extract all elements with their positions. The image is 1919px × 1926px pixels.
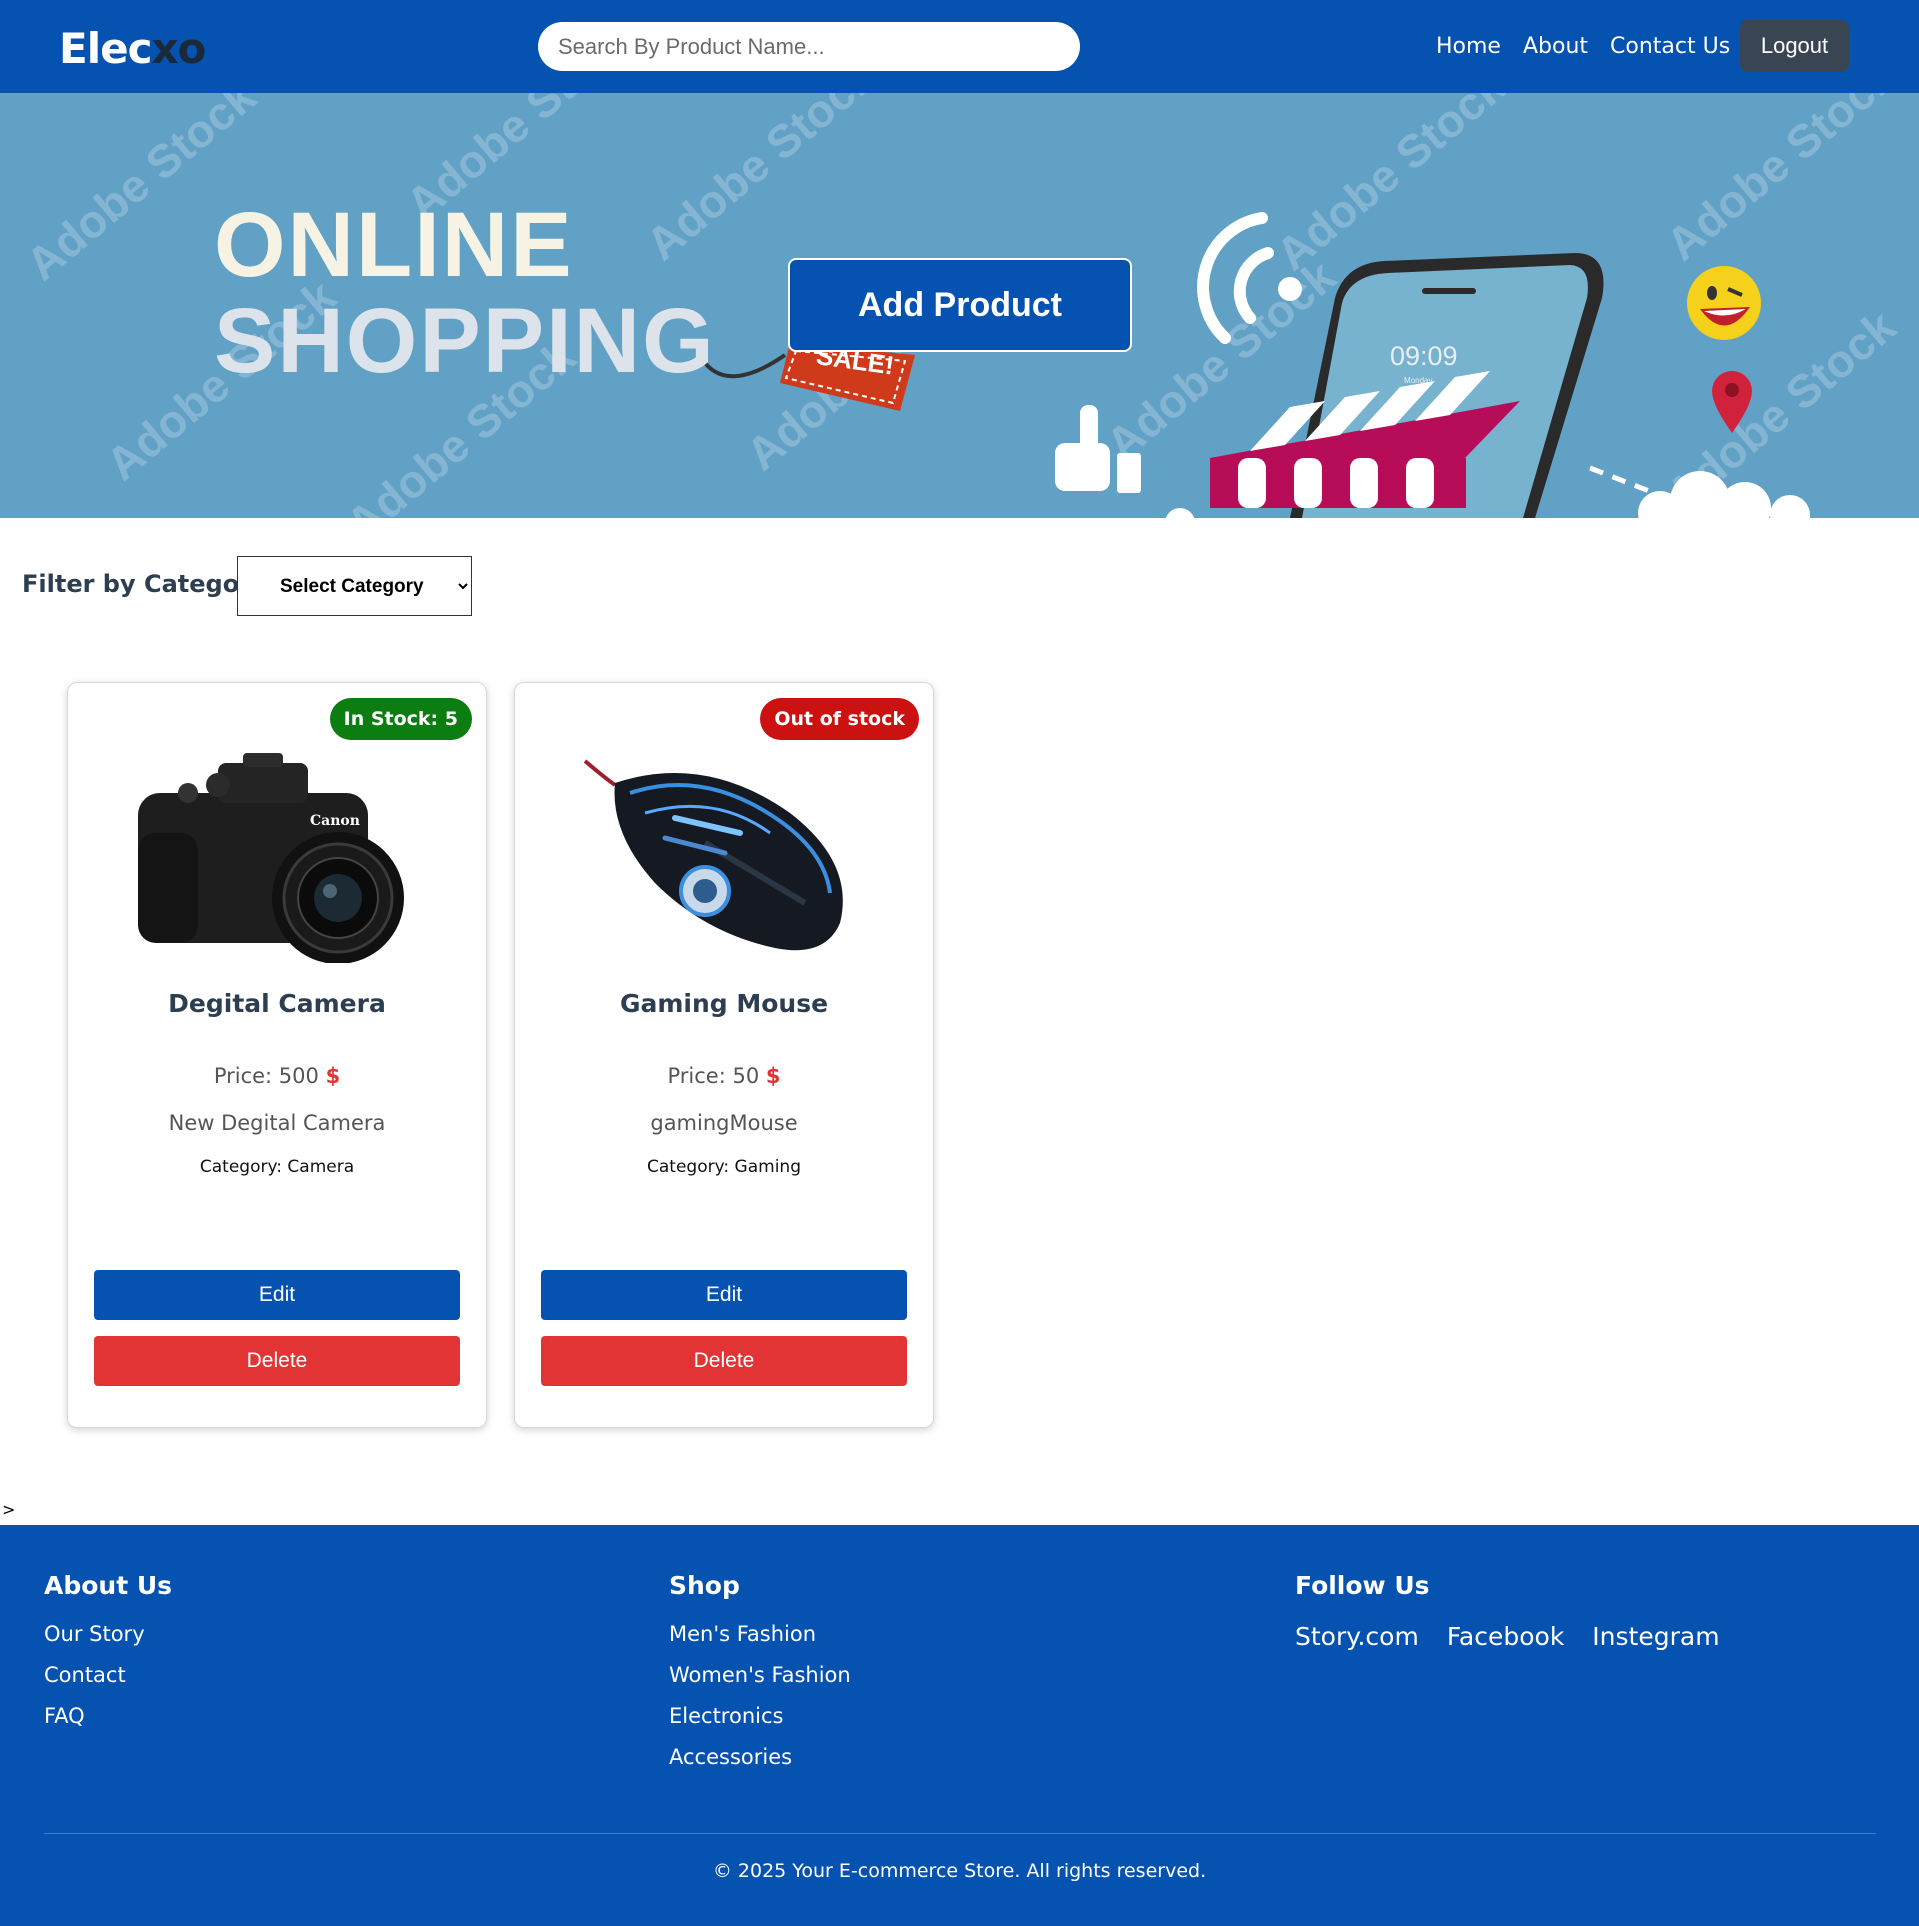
- footer-link-contact[interactable]: Contact: [44, 1663, 172, 1704]
- camera-icon: Canon: [138, 753, 404, 964]
- social-link-facebook[interactable]: Facebook: [1447, 1622, 1564, 1651]
- footer-divider: [44, 1833, 1876, 1834]
- wifi-icon: [1197, 212, 1302, 344]
- stray-text: >: [2, 1500, 16, 1519]
- footer-link-faq[interactable]: FAQ: [44, 1704, 172, 1745]
- delete-button[interactable]: Delete: [94, 1336, 460, 1386]
- footer-shop-column: Shop Men's Fashion Women's Fashion Elect…: [669, 1571, 851, 1786]
- nav-link-contact-us[interactable]: Contact Us: [1610, 34, 1730, 59]
- product-card: Out of stock Gaming Mouse Price: 50 $ ga…: [514, 682, 934, 1428]
- product-price: Price: 50 $: [515, 1064, 933, 1088]
- product-title: Gaming Mouse: [619, 989, 829, 1018]
- camera-brand-text: Canon: [310, 813, 360, 829]
- footer-about-title: About Us: [44, 1571, 173, 1600]
- footer-link-our-story[interactable]: Our Story: [44, 1622, 172, 1663]
- category-filter-select[interactable]: Select Category: [237, 556, 472, 616]
- product-category: Category: Gaming: [647, 1157, 801, 1177]
- product-category: Category: Camera: [199, 1157, 355, 1177]
- location-pin-icon: [1712, 371, 1752, 433]
- banner-headline: ONLINE SHOPPING: [214, 197, 716, 389]
- product-title: Degital Camera: [168, 989, 386, 1018]
- footer-link-womens-fashion[interactable]: Women's Fashion: [669, 1663, 851, 1704]
- social-link-story[interactable]: Story.com: [1295, 1622, 1419, 1651]
- phone-clock-text: 09:09: [1390, 341, 1458, 371]
- banner-headline-line2: SHOPPING: [214, 290, 716, 392]
- add-product-button[interactable]: Add Product: [788, 258, 1132, 352]
- gaming-mouse-icon: [583, 759, 843, 951]
- edit-button[interactable]: Edit: [94, 1270, 460, 1320]
- footer-link-electronics[interactable]: Electronics: [669, 1704, 851, 1745]
- footer-shop-title: Shop: [669, 1571, 740, 1600]
- smiley-emoji-icon: [1687, 266, 1761, 340]
- product-description: gamingMouse: [650, 1111, 798, 1135]
- nav-link-about[interactable]: About: [1523, 34, 1588, 59]
- nav-link-home[interactable]: Home: [1436, 34, 1501, 59]
- thumbs-up-icon: [1055, 405, 1141, 493]
- navbar: Elecxo Home About Contact Us Logout: [0, 0, 1919, 93]
- footer-link-mens-fashion[interactable]: Men's Fashion: [669, 1622, 851, 1663]
- footer-link-accessories[interactable]: Accessories: [669, 1745, 851, 1786]
- edit-button[interactable]: Edit: [541, 1270, 907, 1320]
- social-link-instagram[interactable]: Instegram: [1592, 1622, 1719, 1651]
- logout-button[interactable]: Logout: [1740, 20, 1849, 72]
- product-price-value: Price: 50: [667, 1064, 760, 1088]
- footer-about-column: About Us Our Story Contact FAQ: [44, 1571, 172, 1745]
- product-image-camera: Canon: [108, 723, 448, 964]
- product-price: Price: 500 $: [68, 1064, 486, 1088]
- product-price-value: Price: 500: [213, 1064, 319, 1088]
- search-input[interactable]: [538, 22, 1080, 71]
- product-card: In Stock: 5 Canon Degital Camera Price: …: [67, 682, 487, 1428]
- delete-button[interactable]: Delete: [541, 1336, 907, 1386]
- footer-follow-column: Follow Us Story.com Facebook Instegram: [1295, 1571, 1720, 1651]
- footer-follow-title: Follow Us: [1295, 1571, 1430, 1600]
- nav-links: Home About Contact Us: [1436, 34, 1730, 59]
- copyright-text: © 2025 Your E-commerce Store. All rights…: [712, 1860, 1207, 1882]
- logo-text-primary: Elec: [59, 24, 152, 73]
- currency-symbol: $: [765, 1064, 781, 1088]
- site-logo[interactable]: Elecxo: [59, 24, 206, 73]
- banner-headline-line1: ONLINE: [214, 194, 574, 296]
- product-description: New Degital Camera: [168, 1111, 386, 1135]
- currency-symbol: $: [325, 1064, 341, 1088]
- footer: About Us Our Story Contact FAQ Shop Men'…: [0, 1525, 1919, 1926]
- logo-text-secondary: xo: [151, 24, 206, 73]
- hero-banner: Adobe Stock Adobe Stock Adobe Stock Adob…: [0, 93, 1919, 518]
- product-image-mouse: [555, 723, 895, 963]
- social-links: Story.com Facebook Instegram: [1295, 1622, 1720, 1651]
